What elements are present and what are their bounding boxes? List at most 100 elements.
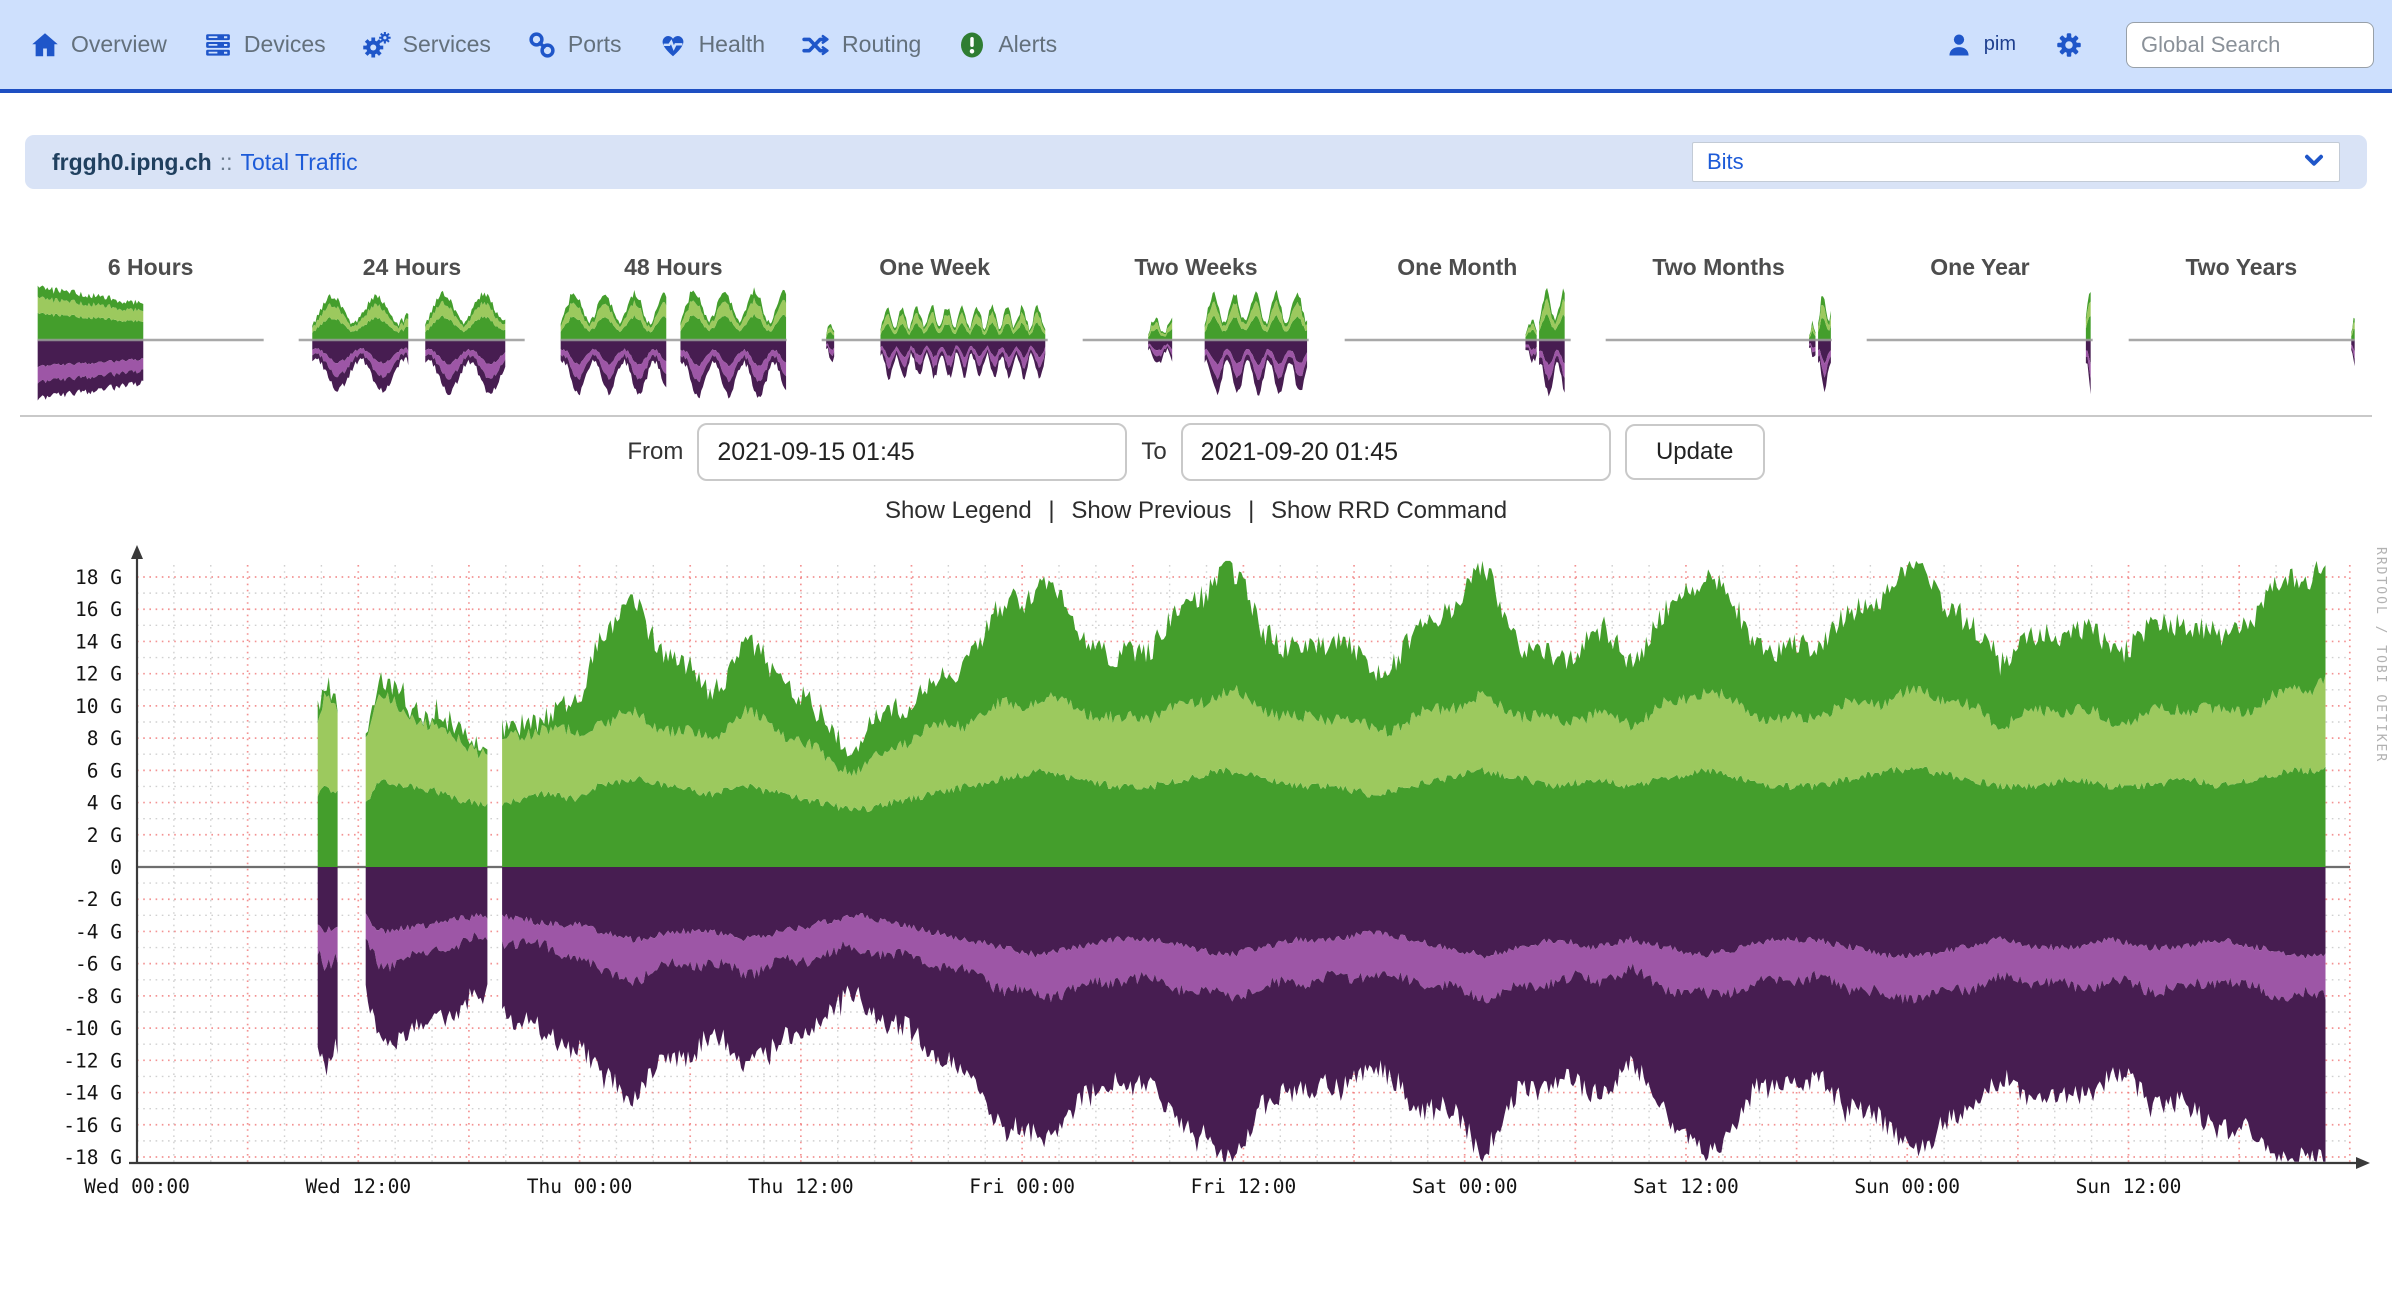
time-range-48-hours[interactable]: 48 Hours [543, 253, 804, 411]
svg-text:Sat 00:00: Sat 00:00 [1412, 1175, 1518, 1198]
time-range-label: Two Years [2185, 253, 2297, 283]
time-range-two-years[interactable]: Two Years [2111, 253, 2372, 411]
gears-icon [362, 30, 392, 60]
time-range-mini-graph [1082, 283, 1309, 411]
top-navbar: Overview Devices Services Ports Health [0, 0, 2392, 93]
svg-text:4 G: 4 G [87, 792, 122, 815]
time-range-one-month[interactable]: One Month [1327, 253, 1588, 411]
nav-item-label: Alerts [998, 31, 1057, 58]
user-icon [1944, 30, 1974, 60]
time-range-mini-graph [560, 283, 787, 411]
from-date-input[interactable] [697, 423, 1127, 481]
time-range-24-hours[interactable]: 24 Hours [281, 253, 542, 411]
time-range-mini-graph [1344, 283, 1571, 411]
time-range-mini-graph [1866, 283, 2093, 411]
svg-text:Thu 00:00: Thu 00:00 [527, 1175, 633, 1198]
svg-text:Thu 12:00: Thu 12:00 [748, 1175, 854, 1198]
svg-text:Fri 00:00: Fri 00:00 [969, 1175, 1075, 1198]
show-rrd-command-link[interactable]: Show RRD Command [1271, 497, 1507, 524]
svg-text:0: 0 [110, 856, 122, 879]
svg-text:Sat 12:00: Sat 12:00 [1633, 1175, 1739, 1198]
time-range-label: 24 Hours [363, 253, 461, 283]
time-range-label: Two Months [1652, 253, 1784, 283]
show-legend-link[interactable]: Show Legend [885, 497, 1032, 524]
nav-item-label: Devices [244, 31, 326, 58]
nav-item-label: Ports [568, 31, 622, 58]
time-range-6-hours[interactable]: 6 Hours [20, 253, 281, 411]
unit-dropdown-value: Bits [1707, 149, 1744, 175]
link-separator: | [1048, 497, 1054, 524]
time-range-mini-graph [821, 283, 1048, 411]
svg-text:-12 G: -12 G [63, 1049, 122, 1072]
time-range-two-months[interactable]: Two Months [1588, 253, 1849, 411]
time-range-mini-graph [37, 283, 264, 411]
svg-text:6 G: 6 G [87, 759, 122, 782]
svg-text:Wed 12:00: Wed 12:00 [305, 1175, 411, 1198]
page-title-link[interactable]: Total Traffic [241, 149, 358, 176]
svg-text:8 G: 8 G [87, 727, 122, 750]
heartbeat-icon [658, 30, 688, 60]
nav-item-overview[interactable]: Overview [30, 30, 167, 60]
nav-item-label: Overview [71, 31, 167, 58]
time-range-label: One Week [879, 253, 990, 283]
time-range-mini-graph [298, 283, 525, 411]
time-range-one-year[interactable]: One Year [1849, 253, 2110, 411]
nav-item-routing[interactable]: Routing [801, 30, 921, 60]
to-date-input[interactable] [1181, 423, 1611, 481]
svg-text:-18 G: -18 G [63, 1146, 122, 1169]
svg-text:-4 G: -4 G [75, 920, 122, 943]
time-range-thumbnails: 6 Hours 24 Hours 48 Hours One Week Two Weeks… [20, 253, 2372, 417]
date-range-controls: From To Update [0, 423, 2392, 481]
time-range-label: 48 Hours [624, 253, 722, 283]
svg-text:Fri 12:00: Fri 12:00 [1191, 1175, 1297, 1198]
shuffle-icon [801, 30, 831, 60]
time-range-mini-graph [2128, 283, 2355, 411]
nav-item-label: Routing [842, 31, 921, 58]
link-separator: | [1248, 497, 1254, 524]
alert-icon [957, 30, 987, 60]
link-icon [527, 30, 557, 60]
nav-item-devices[interactable]: Devices [203, 30, 326, 60]
nav-item-health[interactable]: Health [658, 30, 765, 60]
update-button[interactable]: Update [1625, 424, 1765, 480]
nav-item-services[interactable]: Services [362, 30, 491, 60]
svg-text:-16 G: -16 G [63, 1114, 122, 1137]
to-label: To [1141, 438, 1166, 466]
global-search-input[interactable] [2126, 22, 2374, 68]
svg-text:Sun 00:00: Sun 00:00 [1854, 1175, 1960, 1198]
svg-text:-6 G: -6 G [75, 953, 122, 976]
graph-option-links: Show Legend | Show Previous | Show RRD C… [0, 497, 2392, 525]
nav-item-label: Health [699, 31, 765, 58]
svg-text:-10 G: -10 G [63, 1017, 122, 1040]
nav-item-alerts[interactable]: Alerts [957, 30, 1057, 60]
time-range-one-week[interactable]: One Week [804, 253, 1065, 411]
svg-text:-8 G: -8 G [75, 985, 122, 1008]
device-name[interactable]: frggh0.ipng.ch [52, 149, 212, 176]
home-icon [30, 30, 60, 60]
chevron-down-icon [2301, 147, 2327, 178]
breadcrumb-separator: :: [220, 149, 233, 176]
svg-text:10 G: 10 G [75, 695, 122, 718]
time-range-two-weeks[interactable]: Two Weeks [1065, 253, 1326, 411]
time-range-mini-graph [1605, 283, 1832, 411]
svg-text:14 G: 14 G [75, 630, 122, 653]
settings-gear-icon[interactable] [2054, 30, 2084, 60]
time-range-label: One Month [1397, 253, 1517, 283]
server-icon [203, 30, 233, 60]
from-label: From [627, 438, 683, 466]
svg-text:12 G: 12 G [75, 663, 122, 686]
svg-text:16 G: 16 G [75, 598, 122, 621]
unit-dropdown[interactable]: Bits [1692, 142, 2340, 182]
svg-text:-14 G: -14 G [63, 1082, 122, 1105]
svg-text:2 G: 2 G [87, 824, 122, 847]
username: pim [1984, 33, 2016, 56]
show-previous-link[interactable]: Show Previous [1071, 497, 1231, 524]
nav-item-label: Services [403, 31, 491, 58]
time-range-label: Two Weeks [1134, 253, 1257, 283]
user-menu[interactable]: pim [1944, 30, 2016, 60]
nav-item-ports[interactable]: Ports [527, 30, 622, 60]
traffic-graph-container: 18 G16 G14 G12 G10 G8 G6 G4 G2 G0-2 G-4 … [0, 539, 2392, 1239]
traffic-graph[interactable]: 18 G16 G14 G12 G10 G8 G6 G4 G2 G0-2 G-4 … [0, 539, 2392, 1239]
svg-text:Sun 12:00: Sun 12:00 [2076, 1175, 2182, 1198]
time-range-label: One Year [1930, 253, 2029, 283]
